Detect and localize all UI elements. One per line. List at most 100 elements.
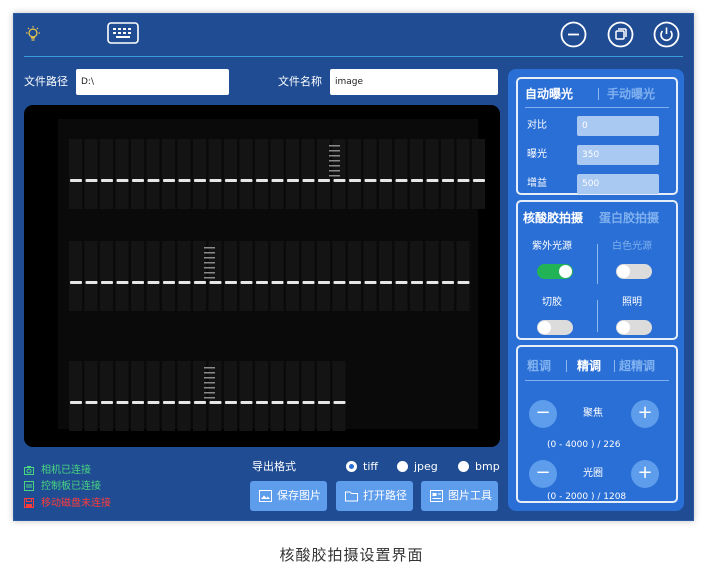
- ladder-band: [204, 257, 215, 259]
- bulb-icon[interactable]: [24, 25, 42, 43]
- gel-band: [194, 179, 206, 182]
- tab-coarse[interactable]: 粗调: [527, 358, 551, 374]
- gel-band: [256, 281, 268, 284]
- adjust-box: 粗调 精调 超精调 − 聚焦 + (0 - 4000 ) / 226 − 光圈 …: [516, 345, 678, 503]
- gel-band: [209, 281, 222, 284]
- gel-lane: [177, 361, 191, 431]
- gel-lane: [379, 139, 392, 209]
- contrast-input[interactable]: 0: [577, 116, 659, 136]
- gel-band: [333, 179, 346, 182]
- ladder-band: [329, 145, 340, 147]
- filename-input[interactable]: image: [330, 69, 498, 95]
- radio-jpeg-dot[interactable]: [397, 461, 408, 472]
- gel-band: [395, 179, 408, 182]
- lighting-label: 照明: [622, 297, 642, 308]
- gel-lane: [100, 241, 113, 311]
- gel-lane: [410, 241, 423, 311]
- keyboard-icon[interactable]: [107, 22, 139, 44]
- ladder-band: [204, 397, 215, 399]
- gel-band: [442, 281, 454, 284]
- toggle-knob: [617, 321, 630, 334]
- radio-bmp-dot[interactable]: [458, 461, 469, 472]
- tab-nucleic-gel[interactable]: 核酸胶拍摄: [523, 210, 583, 226]
- gel-lane: [100, 361, 113, 431]
- gel-lane: [255, 139, 268, 209]
- status-disk-text: 移动磁盘未连接: [41, 498, 111, 509]
- aperture-range-text: (0 - 2000 ) / 1208: [547, 492, 627, 502]
- gel-band: [209, 179, 222, 182]
- figure-caption: 核酸胶拍摄设置界面: [279, 546, 424, 564]
- exposure-input[interactable]: 350: [577, 145, 659, 165]
- gel-lane: [363, 241, 377, 311]
- gain-input[interactable]: 500: [577, 174, 659, 194]
- uv-light-toggle[interactable]: [537, 264, 573, 279]
- gel-lane: [115, 361, 129, 431]
- gel-lane: [332, 361, 346, 431]
- ladder-band: [204, 382, 215, 384]
- image-tools-label: 图片工具: [448, 489, 492, 502]
- gel-band: [318, 401, 330, 404]
- restore-icon[interactable]: [607, 21, 634, 48]
- minimize-icon[interactable]: [560, 21, 587, 48]
- radio-tiff-dot[interactable]: [346, 461, 357, 472]
- tab-superfine[interactable]: 超精调: [619, 358, 655, 374]
- gel-lane: [131, 241, 144, 311]
- path-label: 文件路径: [24, 75, 68, 88]
- tab-separator: [598, 88, 599, 100]
- gel-lane: [84, 241, 98, 311]
- gel-lane: [472, 139, 485, 209]
- power-icon[interactable]: [653, 21, 680, 48]
- capture-mode-box: 核酸胶拍摄 蛋白胶拍摄 紫外光源 白色光源 切胶 照明: [516, 200, 678, 340]
- cut-gel-toggle[interactable]: [537, 320, 573, 335]
- gel-band: [318, 179, 330, 182]
- gel-lane: [286, 139, 299, 209]
- toggle-knob: [559, 265, 572, 278]
- gel-lane: [69, 241, 82, 311]
- image-tools-button[interactable]: 图片工具: [421, 481, 498, 511]
- gel-lane: [270, 241, 284, 311]
- gel-lane: [84, 361, 98, 431]
- app-window: 文件路径 D:\ 文件名称 image 相机已连接 控制板已连接 移动磁盘未连接…: [13, 13, 694, 521]
- status-board-text: 控制板已连接: [41, 481, 101, 492]
- path-input[interactable]: D:\: [76, 69, 229, 95]
- gel-lane: [115, 139, 129, 209]
- gel-band: [271, 179, 284, 182]
- white-light-toggle[interactable]: [616, 264, 652, 279]
- tab-manual-exposure[interactable]: 手动曝光: [607, 86, 655, 102]
- radio-jpeg-label: jpeg: [414, 460, 438, 473]
- gel-band: [163, 401, 175, 404]
- aperture-minus-button[interactable]: −: [529, 460, 557, 488]
- ladder-band: [329, 155, 340, 157]
- tab-protein-gel[interactable]: 蛋白胶拍摄: [599, 210, 659, 226]
- gel-band: [85, 281, 98, 284]
- ladder-band: [204, 367, 215, 369]
- lighting-toggle[interactable]: [616, 320, 652, 335]
- aperture-plus-button[interactable]: +: [631, 460, 659, 488]
- tab-auto-exposure[interactable]: 自动曝光: [525, 86, 573, 102]
- open-path-label: 打开路径: [363, 489, 407, 502]
- gel-lane: [193, 361, 206, 431]
- gel-lane: [317, 139, 330, 209]
- save-image-button[interactable]: 保存图片: [250, 481, 327, 511]
- gel-band: [457, 281, 470, 284]
- mode-separator-bottom: [597, 300, 598, 332]
- focus-minus-button[interactable]: −: [529, 400, 557, 428]
- gel-band: [178, 179, 191, 182]
- gel-preview-image: [24, 105, 500, 447]
- open-path-button[interactable]: 打开路径: [336, 481, 413, 511]
- focus-plus-button[interactable]: +: [631, 400, 659, 428]
- gel-band: [116, 401, 129, 404]
- ladder-band: [204, 267, 215, 269]
- ladder-band: [329, 175, 340, 177]
- tab-fine[interactable]: 精调: [577, 358, 601, 374]
- gel-lane: [69, 361, 82, 431]
- gel-band: [178, 281, 191, 284]
- gel-band: [178, 401, 191, 404]
- gel-lane: [146, 139, 160, 209]
- gel-band: [318, 281, 330, 284]
- gel-band: [132, 401, 144, 404]
- gel-lane: [348, 241, 361, 311]
- gel-lane: [394, 139, 408, 209]
- gel-lane: [410, 139, 423, 209]
- gel-lane: [193, 241, 206, 311]
